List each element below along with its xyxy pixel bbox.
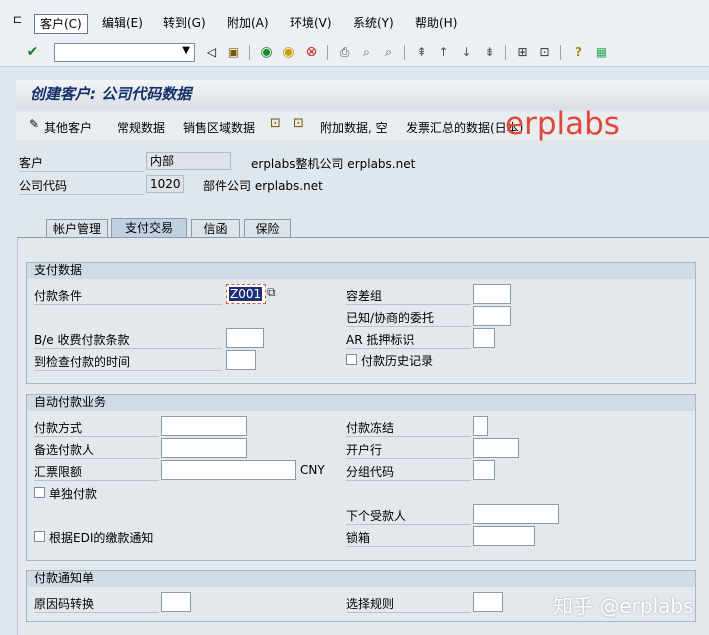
company-code-label: 公司代码 <box>19 177 144 195</box>
be-payment-terms-field[interactable] <box>226 328 264 348</box>
payment-methods-label: 付款方式 <box>34 419 159 437</box>
selection-rule-field[interactable] <box>473 592 503 612</box>
alt-payer-field[interactable] <box>161 438 247 458</box>
prev-page-icon[interactable]: ↑ <box>435 44 452 61</box>
lockbox-field[interactable] <box>473 526 535 546</box>
check-time-field[interactable] <box>226 350 256 370</box>
next-page-icon[interactable]: ↓ <box>458 44 475 61</box>
menu-extras[interactable]: 附加(A) <box>222 14 274 34</box>
menu-customer[interactable]: 客户(C) <box>34 14 88 34</box>
doc-icon[interactable]: ⊡ <box>293 116 304 131</box>
menu-help[interactable]: 帮助(H) <box>410 14 462 34</box>
payment-terms-field[interactable]: Z001 <box>226 284 266 304</box>
back-icon[interactable]: ◉ <box>258 44 275 61</box>
grouping-key-label: 分组代码 <box>346 463 471 481</box>
payment-history-label: 付款历史记录 <box>361 354 434 368</box>
group-title: 支付数据 <box>27 263 695 279</box>
menu-goto[interactable]: 转到(G) <box>158 14 211 34</box>
shortcut-icon[interactable]: ⊡ <box>536 44 553 61</box>
general-data-button[interactable]: 常规数据 <box>117 119 165 136</box>
payment-block-label: 付款冻结 <box>346 419 471 437</box>
tab-insurance[interactable]: 保险 <box>244 219 291 238</box>
edi-label: 根据EDI的缴款通知 <box>49 531 154 545</box>
exit-icon[interactable]: ◉ <box>280 44 297 61</box>
first-page-icon[interactable]: ⇞ <box>413 44 430 61</box>
print-icon[interactable]: ⎙ <box>336 44 353 61</box>
toolbar-separator <box>249 45 250 60</box>
individual-payment-checkbox[interactable] <box>34 487 45 498</box>
house-bank-field[interactable] <box>473 438 519 458</box>
ok-icon[interactable]: ✔ <box>24 44 41 61</box>
back-nav-icon[interactable]: ◁ <box>203 44 220 61</box>
save-icon[interactable]: ▣ <box>225 44 242 61</box>
tab-payment-transactions[interactable]: 支付交易 <box>111 218 187 238</box>
menu-edit[interactable]: 编辑(E) <box>97 14 148 34</box>
toolbar-separator <box>404 45 405 60</box>
find-icon[interactable]: ⌕ <box>358 44 375 61</box>
tab-account-management[interactable]: 帐户管理 <box>46 219 108 238</box>
zhihu-watermark: 知乎 @erplabs <box>553 594 694 618</box>
layout-icon[interactable]: ▦ <box>593 44 610 61</box>
erplabs-watermark: erplabs <box>505 106 620 142</box>
selection-rule-label: 选择规则 <box>346 595 471 613</box>
command-field[interactable]: ▼ <box>54 43 195 62</box>
reason-code-field[interactable] <box>161 592 191 612</box>
menu-system[interactable]: 系统(Y) <box>348 14 399 34</box>
next-payee-label: 下个受款人 <box>346 507 471 525</box>
lockbox-label: 锁箱 <box>346 529 471 547</box>
next-payee-field[interactable] <box>473 504 559 524</box>
ar-pledge-label: AR 抵押标识 <box>346 331 471 349</box>
ar-pledge-field[interactable] <box>473 328 495 348</box>
check-time-label: 到检查付款的时间 <box>34 353 222 371</box>
window-menu-icon[interactable]: ⊏ <box>13 13 29 27</box>
find-next-icon[interactable]: ⌕ <box>380 44 397 61</box>
tab-correspondence[interactable]: 信函 <box>191 219 240 238</box>
bill-limit-field[interactable] <box>161 460 296 480</box>
toolbar-separator <box>560 45 561 60</box>
help-icon[interactable]: ? <box>570 44 587 61</box>
payment-terms-label: 付款条件 <box>34 287 222 305</box>
edi-checkbox[interactable] <box>34 531 45 542</box>
individual-payment-label: 单独付款 <box>49 487 98 501</box>
group-title: 付款通知单 <box>27 571 695 587</box>
page-title: 创建客户: 公司代码数据 <box>30 85 192 103</box>
house-bank-label: 开户行 <box>346 441 471 459</box>
sales-area-data-button[interactable]: 销售区域数据 <box>183 119 255 136</box>
alt-payer-label: 备选付款人 <box>34 441 159 459</box>
possible-entries-icon[interactable]: ⧉ <box>267 285 276 300</box>
reason-code-label: 原因码转换 <box>34 595 159 613</box>
tolerance-group-field[interactable] <box>473 284 511 304</box>
toolbar-separator <box>505 45 506 60</box>
company-code-description: 部件公司 erplabs.net <box>203 179 323 193</box>
company-code-field[interactable]: 1020 <box>146 175 184 193</box>
additional-data-empty-button[interactable]: 附加数据, 空 <box>320 119 388 136</box>
be-payment-terms-label: B/e 收费付款条款 <box>34 331 222 349</box>
payment-methods-field[interactable] <box>161 416 247 436</box>
known-negotiated-leave-label: 已知/协商的委托 <box>346 309 471 327</box>
grouping-key-field[interactable] <box>473 460 495 480</box>
other-customer-button[interactable]: 其他客户 <box>44 119 92 136</box>
customer-field[interactable]: 内部 <box>146 152 231 170</box>
other-customer-icon[interactable]: ✎ <box>29 117 39 131</box>
last-page-icon[interactable]: ⇟ <box>481 44 498 61</box>
bill-limit-label: 汇票限额 <box>34 463 159 481</box>
tolerance-group-label: 容差组 <box>346 287 471 305</box>
currency-label: CNY <box>300 463 325 477</box>
menu-environment[interactable]: 环境(V) <box>285 14 337 34</box>
copy-doc-icon[interactable]: ⊡ <box>270 116 281 131</box>
group-title: 自动付款业务 <box>27 395 695 411</box>
payment-history-checkbox[interactable] <box>346 354 357 365</box>
payment-block-field[interactable] <box>473 416 488 436</box>
payment-terms-value[interactable]: Z001 <box>229 287 263 301</box>
known-negotiated-leave-field[interactable] <box>473 306 511 326</box>
customer-description: erplabs整机公司 erplabs.net <box>251 157 416 171</box>
command-dropdown-icon[interactable]: ▼ <box>182 45 190 56</box>
new-session-icon[interactable]: ⊞ <box>514 44 531 61</box>
customer-label: 客户 <box>19 154 144 172</box>
cancel-icon[interactable]: ⊗ <box>303 44 320 61</box>
toolbar-separator <box>327 45 328 60</box>
